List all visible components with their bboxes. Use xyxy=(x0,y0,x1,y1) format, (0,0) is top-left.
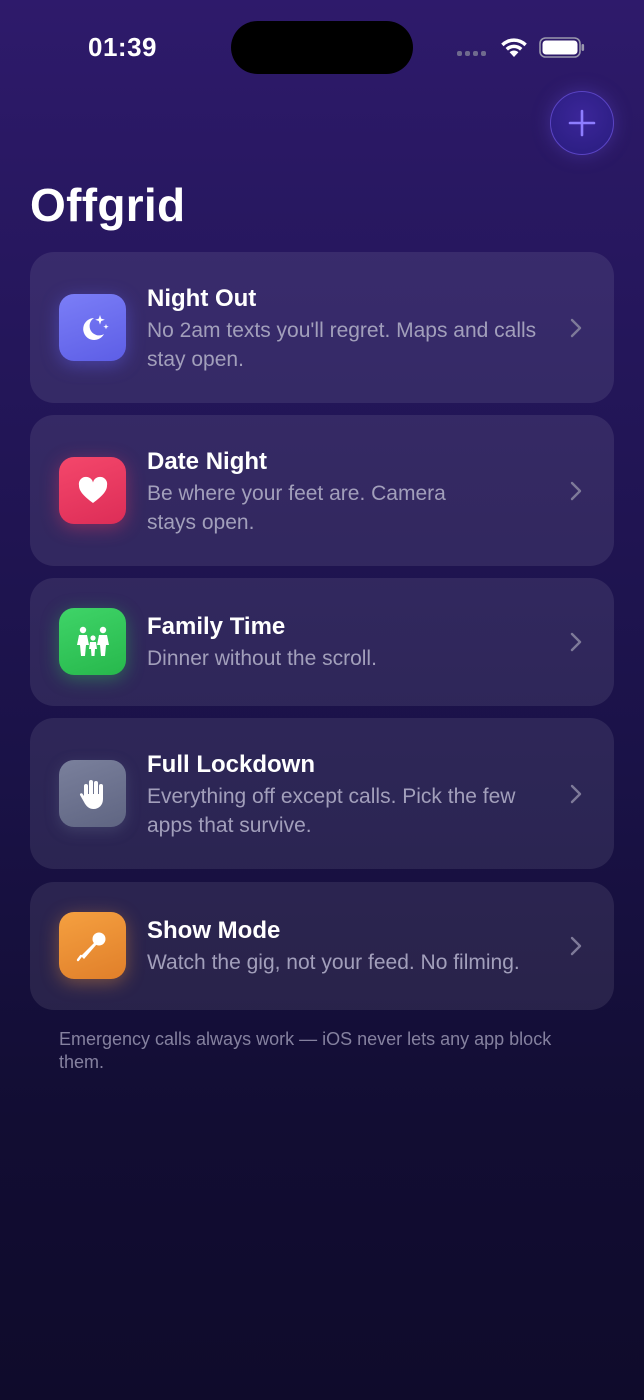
mode-description: Be where your feet are. Camera stays ope… xyxy=(147,482,446,534)
mode-card-family-time[interactable]: Family Time Dinner without the scroll. xyxy=(30,578,614,706)
mode-icon-night-out xyxy=(59,294,126,361)
mode-text-full-lockdown: Full Lockdown Everything off except call… xyxy=(147,750,557,840)
family-icon xyxy=(76,626,109,656)
microphone-icon xyxy=(76,932,105,961)
status-bar: 01:39 xyxy=(0,0,644,100)
mode-text-show-mode: Show Mode Watch the gig, not your feed. … xyxy=(147,916,567,977)
mode-card-show-mode[interactable]: Show Mode Watch the gig, not your feed. … xyxy=(30,882,614,1010)
hand-raised-icon xyxy=(79,779,103,809)
chevron-right-icon xyxy=(570,632,582,652)
mode-card-full-lockdown[interactable]: Full Lockdown Everything off except call… xyxy=(30,718,614,869)
chevron-right-icon xyxy=(570,318,582,338)
page-title: Offgrid xyxy=(30,179,186,231)
mode-card-date-night[interactable]: Date Night Be where your feet are. Camer… xyxy=(30,415,614,566)
dynamic-island xyxy=(231,21,413,74)
mode-title: Date Night xyxy=(147,448,267,475)
chevron-right-icon xyxy=(570,784,582,804)
cellular-signal-icon xyxy=(457,51,486,56)
mode-title: Night Out xyxy=(147,285,257,312)
mode-card-night-out[interactable]: Night Out No 2am texts you'll regret. Ma… xyxy=(30,252,614,403)
mode-title: Full Lockdown xyxy=(147,751,315,778)
mode-title: Family Time xyxy=(147,613,286,640)
mode-title: Show Mode xyxy=(147,917,281,944)
mode-text-family-time: Family Time Dinner without the scroll. xyxy=(147,612,557,673)
status-time: 01:39 xyxy=(88,32,157,62)
mode-description: Everything off except calls. Pick the fe… xyxy=(147,785,516,837)
mode-text-night-out: Night Out No 2am texts you'll regret. Ma… xyxy=(147,284,557,374)
battery-icon xyxy=(539,37,585,58)
mode-description: Dinner without the scroll. xyxy=(147,647,377,670)
mode-description: No 2am texts you'll regret. Maps and cal… xyxy=(147,319,537,371)
chevron-right-icon xyxy=(570,481,582,501)
mode-icon-date-night xyxy=(59,457,126,524)
chevron-right-icon xyxy=(570,936,582,956)
moon-stars-icon xyxy=(82,314,109,340)
plus-icon xyxy=(568,109,596,137)
mode-text-date-night: Date Night Be where your feet are. Camer… xyxy=(147,447,557,537)
add-mode-button[interactable] xyxy=(550,91,614,155)
heart-icon xyxy=(78,476,107,503)
mode-description: Watch the gig, not your feed. No filming… xyxy=(147,951,520,974)
wifi-icon xyxy=(501,38,527,57)
mode-icon-full-lockdown xyxy=(59,760,126,827)
emergency-calls-footnote: Emergency calls always work — iOS never … xyxy=(59,1029,552,1072)
mode-icon-show-mode xyxy=(59,912,126,979)
mode-icon-family-time xyxy=(59,608,126,675)
